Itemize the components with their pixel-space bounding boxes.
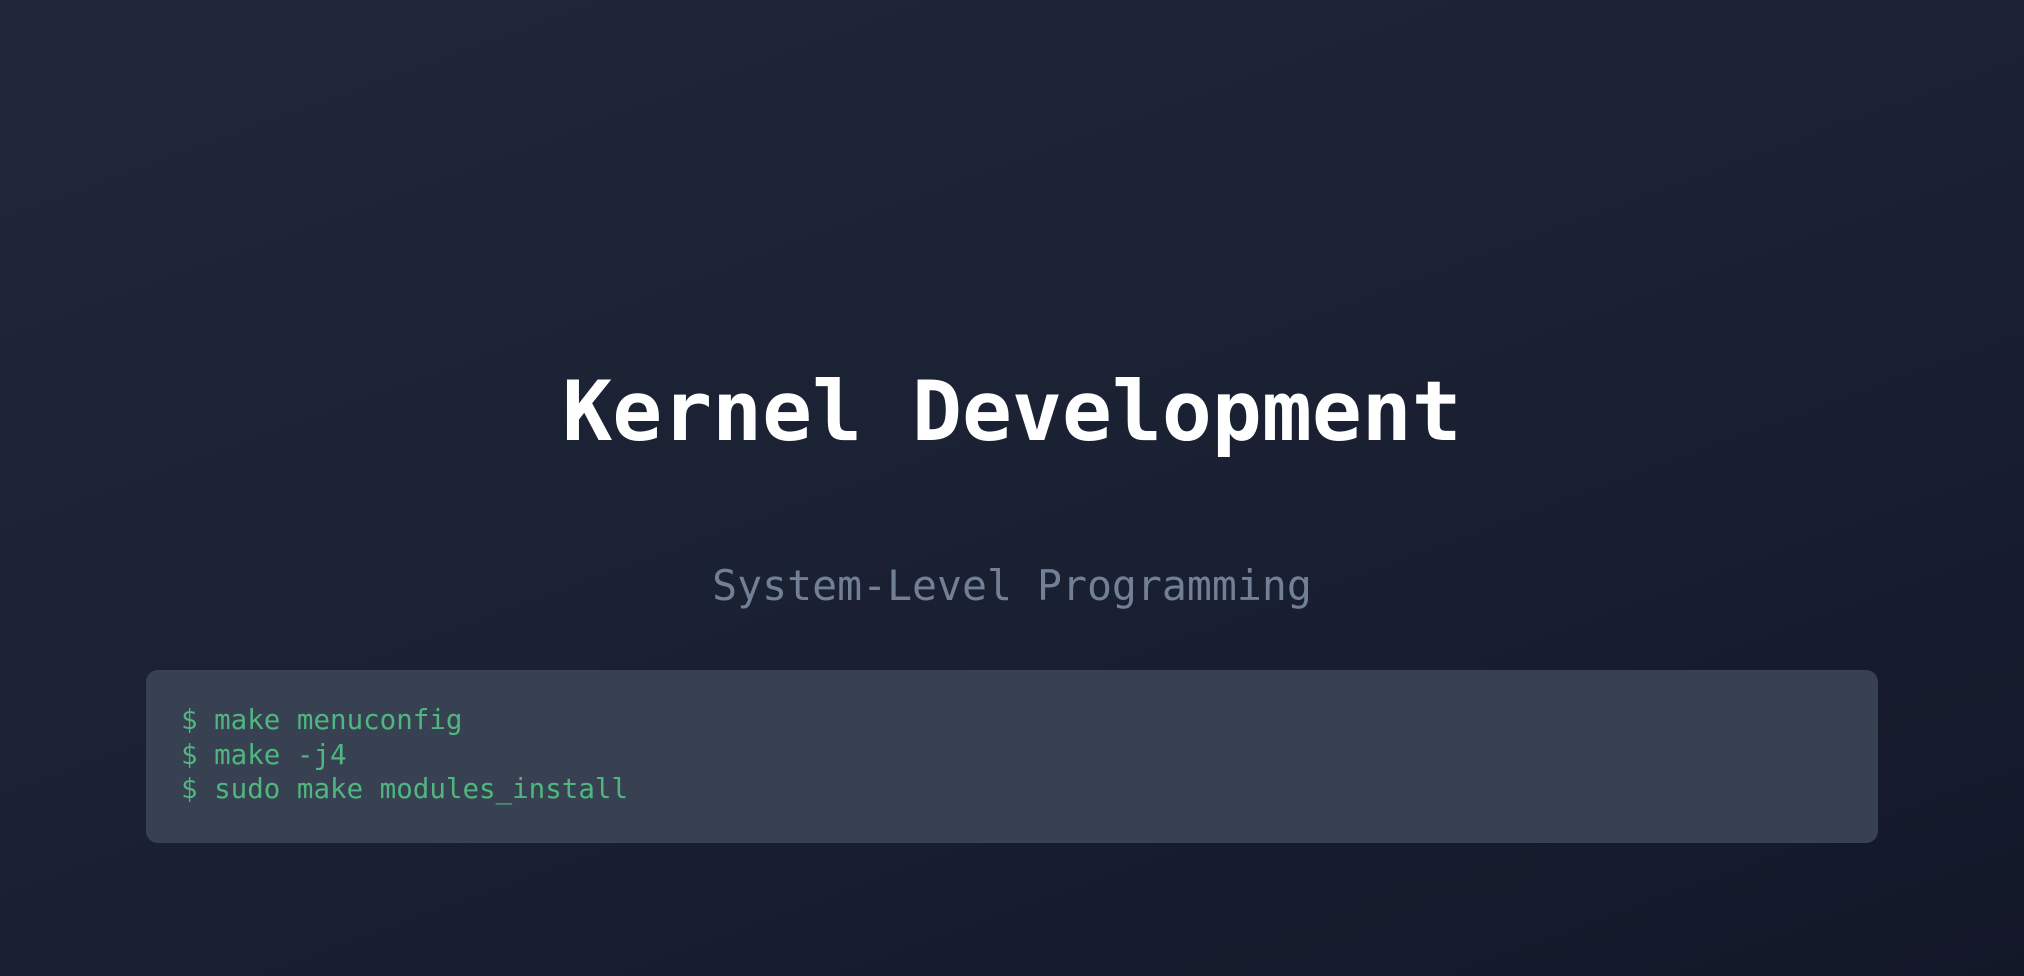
page-subtitle: System-Level Programming (712, 561, 1312, 610)
code-line: $ sudo make modules_install (181, 773, 629, 805)
code-line: $ make -j4 (181, 738, 347, 771)
code-line: $ make menuconfig (181, 704, 463, 736)
page-title: Kernel Development (562, 363, 1462, 460)
code-block: $ make menuconfig $ make -j4 $ sudo make… (146, 670, 1878, 843)
